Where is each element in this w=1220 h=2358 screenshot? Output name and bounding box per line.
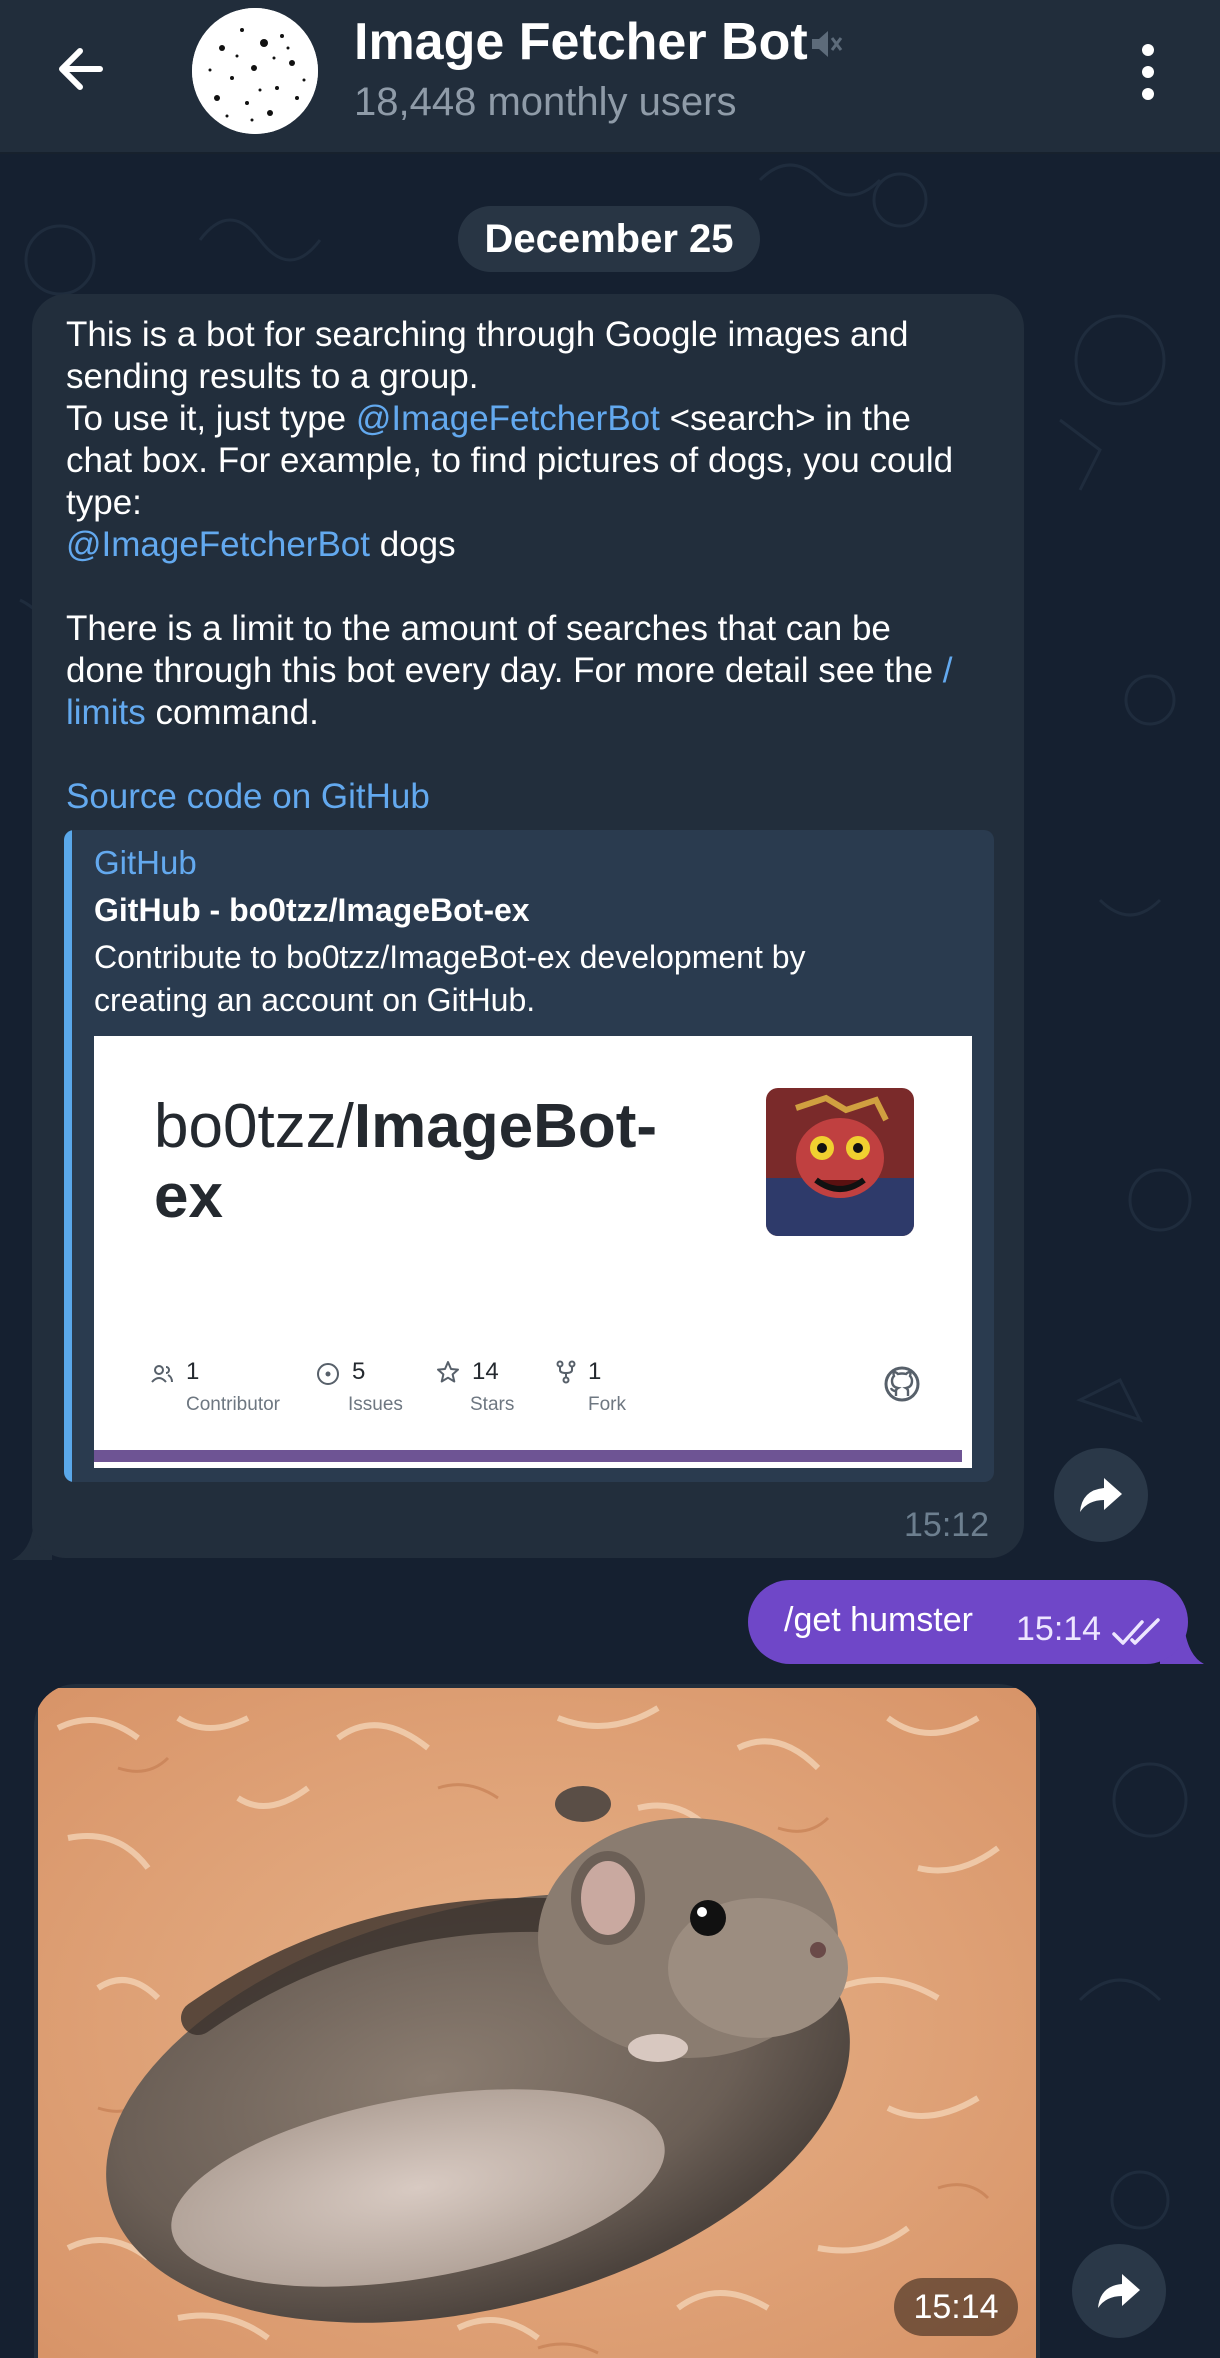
chat-header: Image Fetcher Bot 18,448 monthly users xyxy=(0,0,1220,154)
bot-message-text: This is a bot for searching through Goog… xyxy=(66,314,996,818)
forward-arrow-icon xyxy=(1098,2274,1140,2308)
preview-description: Contribute to bo0tzz/ImageBot-ex develop… xyxy=(94,939,806,1018)
preview-image[interactable]: bo0tzz/ImageBot-ex 1 Contributor 5 Issue… xyxy=(94,1036,972,1468)
repo-owner-avatar xyxy=(766,1088,914,1236)
forward-button[interactable] xyxy=(1072,2244,1166,2338)
hamster-photo-message[interactable] xyxy=(34,1684,1040,2358)
message-time: 15:12 xyxy=(904,1506,990,1544)
limits-command-link[interactable]: / xyxy=(943,651,953,690)
github-source-link[interactable]: Source code on GitHub xyxy=(66,776,996,818)
people-icon xyxy=(151,1365,173,1383)
github-logo-icon xyxy=(884,1366,920,1402)
bot-mention-link[interactable]: @ImageFetcherBot xyxy=(66,525,370,564)
star-icon xyxy=(437,1361,459,1383)
bot-avatar[interactable] xyxy=(192,8,318,134)
message-line: chat box. For example, to find pictures … xyxy=(66,441,954,480)
stars-stat: 14 Stars xyxy=(470,1358,515,1415)
message-line: sending results to a group. xyxy=(66,357,479,396)
message-line: There is a limit to the amount of search… xyxy=(66,609,891,648)
user-message-text: /get humster xyxy=(784,1601,973,1639)
message-line: type: xyxy=(66,483,142,522)
message-time: 15:14 xyxy=(1016,1610,1102,1648)
message-line: @ImageFetcherBot dogs xyxy=(66,525,456,564)
chat-subtitle: 18,448 monthly users xyxy=(354,80,737,124)
limits-command-link[interactable]: limits xyxy=(66,693,146,732)
bot-mention-link[interactable]: @ImageFetcherBot xyxy=(356,399,660,438)
language-bar xyxy=(94,1450,962,1462)
date-separator: December 25 xyxy=(458,206,760,272)
forward-arrow-icon xyxy=(1080,1478,1122,1512)
fork-icon xyxy=(556,1360,576,1384)
repo-name: bo0tzz/ImageBot-ex xyxy=(154,1092,658,1231)
preview-accent-bar xyxy=(64,830,72,1482)
forks-stat: 1 Fork xyxy=(588,1358,626,1415)
message-line: limits command. xyxy=(66,693,319,732)
muted-speaker-icon xyxy=(812,31,843,57)
forward-button[interactable] xyxy=(1054,1448,1148,1542)
issue-icon xyxy=(317,1363,339,1385)
message-line: done through this bot every day. For mor… xyxy=(66,651,953,690)
read-double-check-icon xyxy=(1112,1618,1160,1645)
link-preview[interactable]: GitHub GitHub - bo0tzz/ImageBot-ex Contr… xyxy=(64,830,994,1482)
preview-site-name: GitHub xyxy=(94,844,197,881)
hamster-photo xyxy=(38,1688,1036,2358)
more-options-icon[interactable] xyxy=(1130,40,1166,104)
message-line: This is a bot for searching through Goog… xyxy=(66,315,909,354)
issues-stat: 5 Issues xyxy=(348,1358,403,1415)
chat-title[interactable]: Image Fetcher Bot xyxy=(354,12,808,72)
photo-time-badge: 15:14 xyxy=(894,2278,1018,2336)
message-line: To use it, just type @ImageFetcherBot <s… xyxy=(66,399,911,438)
contributors-stat: 1 Contributor xyxy=(186,1358,280,1415)
back-arrow-icon[interactable] xyxy=(50,36,116,102)
preview-title: GitHub - bo0tzz/ImageBot-ex xyxy=(94,892,530,928)
